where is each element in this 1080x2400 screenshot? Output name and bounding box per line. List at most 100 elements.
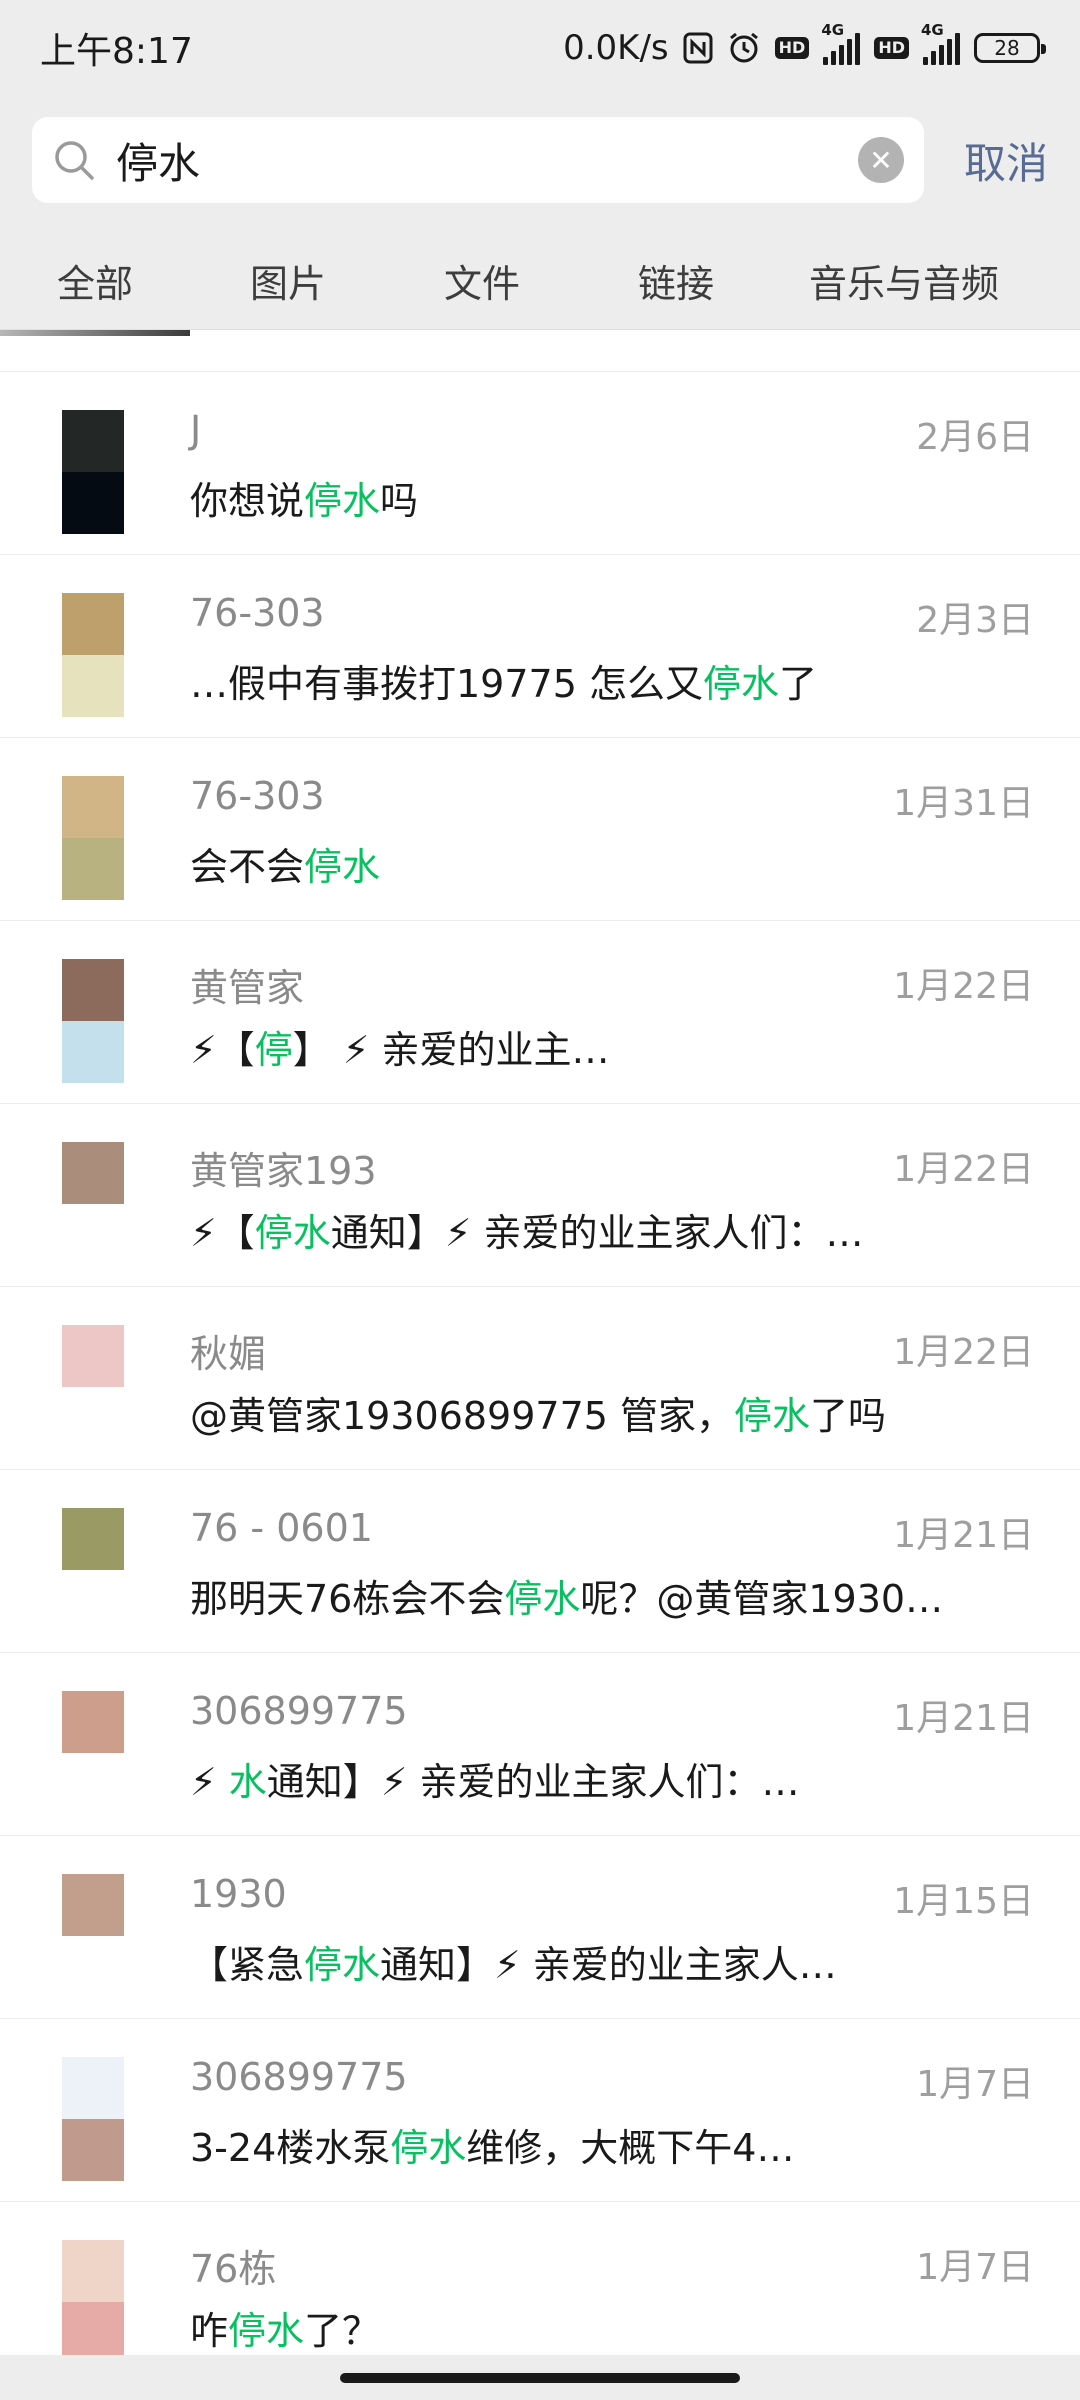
search-icon (52, 138, 96, 182)
avatar[interactable] (62, 410, 124, 534)
result-date: 2月3日 (916, 600, 1034, 641)
snippet-text: 】 ⚡ 亲爱的业主… (292, 1028, 610, 1072)
net-speed: 0.0K/s (563, 27, 669, 68)
avatar[interactable] (62, 2057, 124, 2181)
network-type-1: 4G (821, 20, 845, 39)
snippet-text: …假中有事拨打19 (190, 662, 505, 706)
result-date: 1月22日 (893, 1332, 1034, 1373)
clear-search-button[interactable]: ✕ (858, 137, 904, 183)
result-date: 1月21日 (893, 1515, 1034, 1556)
result-sender-name: 1930 (190, 1872, 287, 1916)
snippet-text: 通知】⚡ 亲爱的业主家人们：… (330, 1211, 864, 1255)
snippet-text: 3-24楼水泵 (190, 2126, 391, 2170)
snippet-text: 通知】⚡ 亲爱的业主家人们：… (266, 1760, 800, 1804)
privacy-blur (130, 1866, 190, 1988)
result-row[interactable]: 秋媚 1月22日 @黄管家19306899775 管家，停水了吗 (0, 1287, 1080, 1470)
snippet-text: 通知】⚡ 亲爱的业主家人… (380, 1943, 837, 1987)
snippet-text: 那明天76栋会不会 (190, 1577, 505, 1621)
result-snippet: @黄管家19306899775 管家，停水了吗 (190, 1385, 990, 1440)
result-date: 1月22日 (893, 966, 1034, 1007)
search-results: J 2月6日 你想说停水吗 76-303 2月3日 …假中有事拨打19775 怎么又停水了… (0, 330, 1080, 2355)
tab-files[interactable]: 文件 (444, 253, 520, 308)
result-sender-name: 306899775 (190, 2055, 408, 2099)
result-row[interactable]: 76-303 2月3日 …假中有事拨打19775 怎么又停水了 (0, 555, 1080, 738)
avatar[interactable] (62, 959, 124, 1083)
highlighted-keyword: 停水 (304, 845, 381, 889)
filter-tabs: 全部 图片 文件 链接 音乐与音频 (0, 225, 1080, 330)
avatar[interactable] (62, 593, 124, 717)
privacy-blur (130, 1317, 190, 1439)
tab-links[interactable]: 链接 (638, 253, 714, 308)
result-row[interactable]: J 2月6日 你想说停水吗 (0, 372, 1080, 555)
privacy-blur (130, 402, 190, 524)
avatar[interactable] (62, 1691, 124, 1815)
result-date: 1月7日 (916, 2247, 1034, 2288)
result-row[interactable]: 76栋 1月7日 咋停水了？ (0, 2202, 1080, 2355)
highlighted-keyword: 停水 (390, 2126, 467, 2170)
snippet-text: ⚡【 (190, 1211, 255, 1255)
avatar[interactable] (62, 1142, 124, 1266)
result-sender-name: 76-303 (190, 591, 325, 635)
privacy-blur (130, 2049, 190, 2171)
snippet-text: 咋 (190, 2309, 229, 2353)
result-snippet: 那明天76栋会不会停水呢？@黄管家1930… (190, 1568, 990, 1623)
search-input[interactable] (116, 135, 858, 185)
tab-images[interactable]: 图片 (250, 253, 326, 308)
cancel-button[interactable]: 取消 (964, 130, 1048, 191)
avatar[interactable] (62, 1508, 124, 1632)
highlighted-keyword: 停水 (304, 1943, 381, 1987)
privacy-blur (130, 1134, 190, 1256)
avatar[interactable] (62, 776, 124, 900)
result-row[interactable]: 76 - 0601 1月21日 那明天76栋会不会停水呢？@黄管家1930… (0, 1470, 1080, 1653)
highlighted-keyword: 停水 (228, 2309, 305, 2353)
highlighted-keyword: 水 (228, 1760, 267, 1804)
snippet-text: ⚡ (190, 1760, 229, 1804)
nfc-icon (683, 32, 713, 64)
result-list: J 2月6日 你想说停水吗 76-303 2月3日 …假中有事拨打19775 怎么又停水了… (0, 372, 1080, 2355)
snippet-text: 了？ (304, 2309, 381, 2353)
snippet-text: 会不会 (190, 845, 305, 889)
hd-badge-2: HD (874, 36, 909, 59)
highlighted-keyword: 停水 (504, 1577, 581, 1621)
home-indicator[interactable] (340, 2373, 740, 2383)
result-snippet: ⚡【停】 ⚡ 亲爱的业主… (190, 1019, 990, 1074)
snippet-text: 【紧急 (190, 1943, 305, 1987)
privacy-blur (130, 2232, 190, 2354)
result-sender-name: 76-303 (190, 774, 325, 818)
result-date: 1月7日 (916, 2064, 1034, 2105)
snippet-text: 了 (779, 662, 818, 706)
privacy-blur (130, 768, 190, 890)
close-icon: ✕ (869, 143, 893, 177)
avatar[interactable] (62, 2240, 124, 2355)
result-snippet: 会不会停水 (190, 836, 990, 891)
result-sender-name: 黄管家193 (190, 1149, 377, 1193)
status-time: 上午8:17 (40, 30, 193, 72)
result-snippet: ⚡【停水通知】⚡ 亲爱的业主家人们：… (190, 1202, 990, 1257)
avatar[interactable] (62, 1874, 124, 1998)
result-snippet: ⚡ 水通知】⚡ 亲爱的业主家人们：… (190, 1751, 990, 1806)
search-box[interactable]: ✕ (32, 117, 924, 203)
battery-icon: 28 (974, 32, 1046, 63)
result-date: 1月22日 (893, 1149, 1034, 1190)
result-sender-name: 黄管家 (190, 966, 305, 1010)
tab-all[interactable]: 全部 (57, 253, 133, 308)
signal-icon-1: 4G (821, 21, 861, 65)
result-row[interactable]: 1930 1月15日 【紧急停水通知】⚡ 亲爱的业主家人… (0, 1836, 1080, 2019)
result-sender-name: 306899775 (190, 1689, 408, 1733)
avatar[interactable] (62, 1325, 124, 1449)
result-snippet: 咋停水了？ (190, 2300, 990, 2355)
tab-music-audio[interactable]: 音乐与音频 (809, 253, 999, 308)
result-row[interactable]: 黄管家 1月22日 ⚡【停】 ⚡ 亲爱的业主… (0, 921, 1080, 1104)
result-date: 1月31日 (893, 783, 1034, 824)
snippet-text: 了吗 (810, 1394, 887, 1438)
result-row[interactable]: 76-303 1月31日会不会停水 (0, 738, 1080, 921)
highlighted-keyword: 停水 (304, 479, 381, 523)
result-row[interactable]: 306899775 1月21日 ⚡ 水通知】⚡ 亲爱的业主家人们：… (0, 1653, 1080, 1836)
status-bar: 上午8:17 0.0K/s HD 4G HD 4G 28 (0, 0, 1080, 95)
result-row[interactable]: 黄管家193 1月22日 ⚡【停水通知】⚡ 亲爱的业主家人们：… (0, 1104, 1080, 1287)
result-snippet: 你想说停水吗 (190, 470, 990, 525)
snippet-text: 775 怎么又 (504, 662, 703, 706)
search-row: ✕ 取消 (0, 95, 1080, 225)
battery-level: 28 (994, 35, 1020, 60)
result-row[interactable]: 306899775 1月7日 3-24楼水泵停水维修，大概下午4… (0, 2019, 1080, 2202)
